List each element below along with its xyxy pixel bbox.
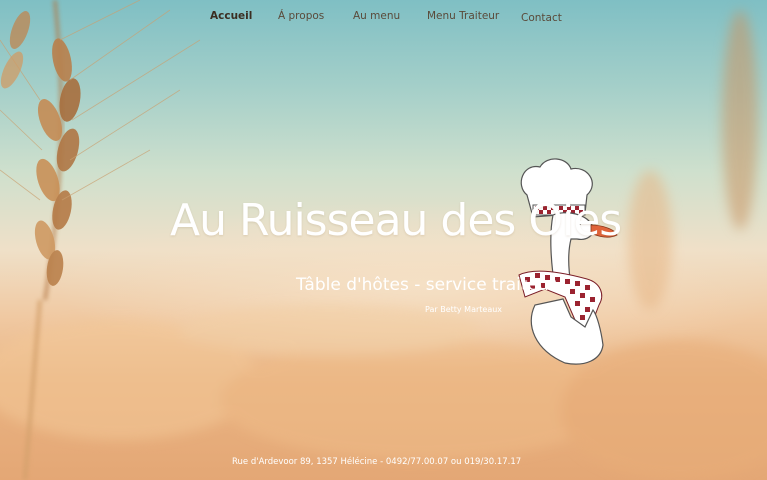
hero-section: Accueil Á propos Au menu Menu Traiteur C…: [0, 0, 767, 480]
nav-item-au-menu[interactable]: Au menu: [353, 10, 400, 22]
site-title: Au Ruisseau des Oies: [170, 195, 622, 246]
nav-item-menu-traiteur[interactable]: Menu Traiteur: [427, 10, 499, 22]
nav-item-a-propos[interactable]: Á propos: [278, 10, 324, 22]
site-subtitle: Tâble d'hôtes - service traiteur: [296, 275, 556, 295]
footer-contact: Rue d'Ardevoor 89, 1357 Hélécine - 0492/…: [232, 457, 522, 467]
site-byline: Par Betty Marteaux: [425, 305, 503, 314]
nav-item-accueil[interactable]: Accueil: [210, 10, 252, 22]
nav-item-contact[interactable]: Contact: [521, 12, 562, 24]
main-nav: Accueil Á propos Au menu Menu Traiteur C…: [0, 10, 767, 24]
goose-chef-mascot: [518, 158, 618, 365]
